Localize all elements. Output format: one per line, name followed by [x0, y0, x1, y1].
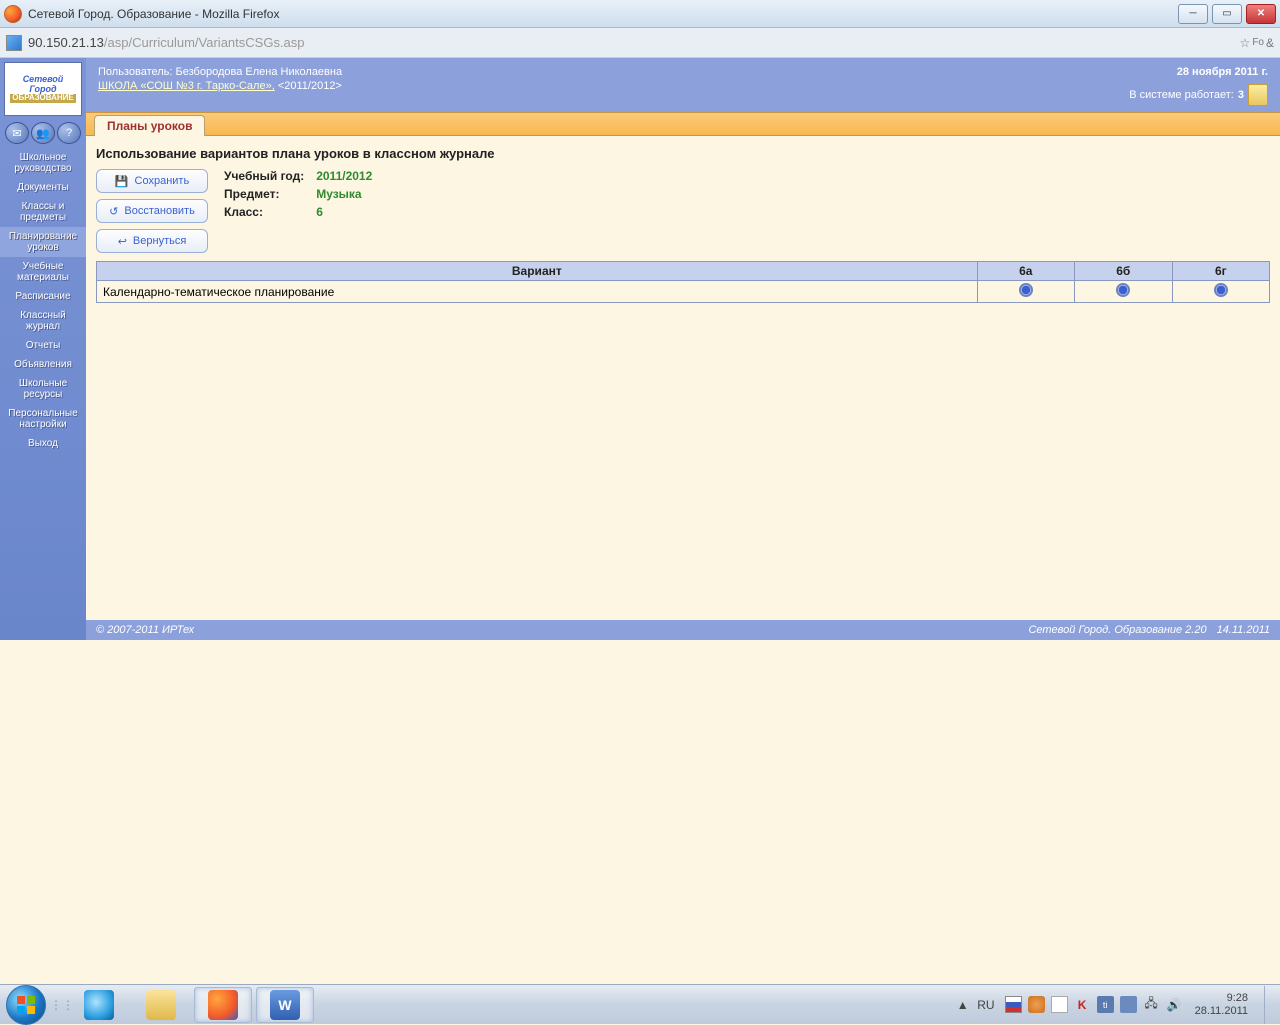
- col-6g: 6г: [1172, 262, 1269, 281]
- nav-announcements[interactable]: Объявления: [0, 355, 86, 374]
- nav-classes-subjects[interactable]: Классы и предметы: [0, 197, 86, 227]
- back-icon: ↩: [118, 235, 127, 248]
- address-bar: 90.150.21.13/asp/Curriculum/VariantsCSGs…: [0, 28, 1280, 58]
- volume-icon[interactable]: 🔊: [1166, 996, 1183, 1013]
- ie-icon: [84, 990, 114, 1020]
- footer-product: Сетевой Город. Образование 2.20: [1028, 624, 1206, 636]
- footer-build-date: 14.11.2011: [1217, 624, 1270, 636]
- nav-exit[interactable]: Выход: [0, 434, 86, 453]
- task-explorer[interactable]: [132, 987, 190, 1023]
- start-button[interactable]: [6, 985, 46, 1025]
- taskbar-clock[interactable]: 9:28 28.11.2011: [1195, 992, 1254, 1017]
- close-button[interactable]: ✕: [1246, 4, 1276, 24]
- sidebar: Сетевой Город ОБРАЗОВАНИЕ ✉ 👥 ? Школьное…: [0, 58, 86, 640]
- online-badge-icon: [1248, 84, 1268, 106]
- firefox-task-icon: [208, 990, 238, 1020]
- feed-icon[interactable]: Fo: [1252, 37, 1264, 48]
- users-icon[interactable]: 👥: [31, 122, 55, 144]
- help-icon[interactable]: ?: [57, 122, 81, 144]
- school-link[interactable]: ШКОЛА «СОШ №3 г. Тарко-Сале»,: [98, 80, 275, 92]
- task-firefox[interactable]: [194, 987, 252, 1023]
- maximize-button[interactable]: ▭: [1212, 4, 1242, 24]
- tab-strip: Планы уроков: [86, 112, 1280, 136]
- nav-reports[interactable]: Отчеты: [0, 336, 86, 355]
- mail-icon[interactable]: ✉: [5, 122, 29, 144]
- nav-documents[interactable]: Документы: [0, 178, 86, 197]
- kaspersky-icon[interactable]: K: [1074, 996, 1091, 1013]
- online-count: 3: [1238, 89, 1244, 101]
- user-label: Пользователь:: [98, 66, 172, 78]
- app-logo: Сетевой Город ОБРАЗОВАНИЕ: [4, 62, 82, 116]
- tray-arrow-icon[interactable]: ▲: [954, 996, 971, 1013]
- class-label: Класс:: [218, 203, 310, 221]
- ampersand-icon[interactable]: &: [1266, 36, 1274, 50]
- taskbar-grip: ⋮⋮: [50, 998, 64, 1012]
- minimize-button[interactable]: ─: [1178, 4, 1208, 24]
- show-desktop-button[interactable]: [1264, 986, 1274, 1024]
- flag-icon[interactable]: [1005, 996, 1022, 1013]
- col-6a: 6а: [977, 262, 1074, 281]
- year-label: Учебный год:: [218, 167, 310, 185]
- system-tray: ▲ RU 🏳 K ti 🖧 🔊 9:28 28.11.2011: [954, 986, 1274, 1024]
- url-path: /asp/Curriculum/VariantsCSGs.asp: [104, 35, 305, 50]
- col-6b: 6б: [1074, 262, 1172, 281]
- row-label: Календарно-тематическое планирование: [97, 281, 978, 303]
- taskbar: ⋮⋮ W ▲ RU 🏳 K ti 🖧 🔊 9:28 28.11.2011: [0, 984, 1280, 1024]
- save-icon: 💾: [115, 175, 129, 188]
- nav-lesson-planning[interactable]: Планирование уроков: [0, 227, 86, 257]
- page-heading: Использование вариантов плана уроков в к…: [96, 146, 1270, 161]
- action-center-icon[interactable]: 🏳: [1051, 996, 1068, 1013]
- subject-value: Музыка: [310, 185, 378, 203]
- bookmark-star-icon[interactable]: ☆: [1240, 36, 1251, 50]
- nav-school-management[interactable]: Школьное руководство: [0, 148, 86, 178]
- tray-app-icon-2[interactable]: [1120, 996, 1137, 1013]
- windows-logo-icon: [16, 995, 36, 1015]
- nav-class-journal[interactable]: Классный журнал: [0, 306, 86, 336]
- header-date: 28 ноября 2011 г.: [1129, 66, 1268, 78]
- app-header: Пользователь: Безбородова Елена Николаев…: [86, 58, 1280, 112]
- tray-app-icon-1[interactable]: ti: [1097, 996, 1114, 1013]
- firefox-icon: [4, 5, 22, 23]
- nav-schedule[interactable]: Расписание: [0, 287, 86, 306]
- app-footer: © 2007-2011 ИРТех Сетевой Город. Образов…: [86, 620, 1280, 640]
- subject-label: Предмет:: [218, 185, 310, 203]
- class-value: 6: [310, 203, 378, 221]
- empty-area: [0, 640, 1280, 984]
- online-label: В системе работает:: [1129, 89, 1234, 101]
- window-titlebar: Сетевой Город. Образование - Mozilla Fir…: [0, 0, 1280, 28]
- network-icon[interactable]: 🖧: [1143, 996, 1160, 1013]
- school-year: <2011/2012>: [278, 80, 342, 92]
- radio-6a[interactable]: [1019, 283, 1033, 297]
- back-button[interactable]: ↩ Вернуться: [96, 229, 208, 253]
- task-ie[interactable]: [70, 987, 128, 1023]
- radio-6g[interactable]: [1214, 283, 1228, 297]
- task-word[interactable]: W: [256, 987, 314, 1023]
- col-variant: Вариант: [97, 262, 978, 281]
- variants-table: Вариант 6а 6б 6г Календарно-тематическое…: [96, 261, 1270, 303]
- url-host: 90.150.21.13: [28, 35, 104, 50]
- word-icon: W: [270, 990, 300, 1020]
- tab-lesson-plans[interactable]: Планы уроков: [94, 115, 205, 136]
- nav-materials[interactable]: Учебные материалы: [0, 257, 86, 287]
- window-title: Сетевой Город. Образование - Mozilla Fir…: [28, 7, 1178, 21]
- save-button[interactable]: 💾 Сохранить: [96, 169, 208, 193]
- radio-6b[interactable]: [1116, 283, 1130, 297]
- url-input[interactable]: 90.150.21.13/asp/Curriculum/VariantsCSGs…: [28, 35, 1234, 50]
- site-identity-icon[interactable]: [6, 35, 22, 51]
- nav-personal-settings[interactable]: Персональные настройки: [0, 404, 86, 434]
- user-name: Безбородова Елена Николаевна: [176, 66, 343, 78]
- table-row: Календарно-тематическое планирование: [97, 281, 1270, 303]
- year-value: 2011/2012: [310, 167, 378, 185]
- restore-button[interactable]: ↺ Восстановить: [96, 199, 208, 223]
- footer-copyright: © 2007-2011 ИРТех: [96, 624, 194, 636]
- nav-school-resources[interactable]: Школьные ресурсы: [0, 374, 86, 404]
- java-icon[interactable]: [1028, 996, 1045, 1013]
- folder-icon: [146, 990, 176, 1020]
- restore-icon: ↺: [109, 205, 118, 218]
- info-table: Учебный год: 2011/2012 Предмет: Музыка К…: [218, 167, 378, 221]
- language-indicator[interactable]: RU: [977, 998, 994, 1012]
